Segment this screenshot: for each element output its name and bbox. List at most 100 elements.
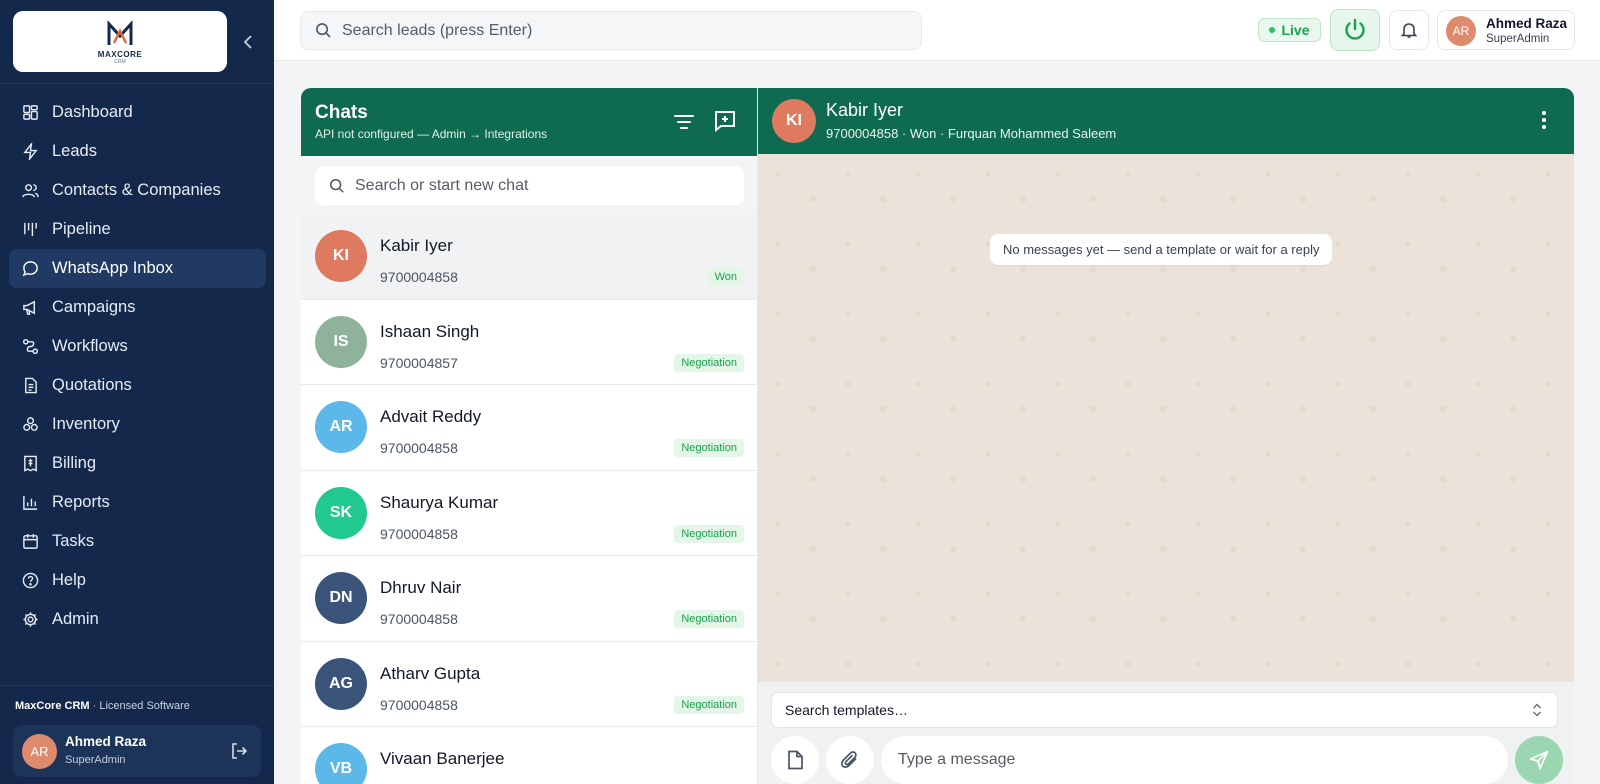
brand-logo[interactable]: MAXCORE CRM (13, 11, 227, 72)
attach-file-button[interactable] (826, 736, 874, 784)
megaphone-icon (23, 300, 35, 315)
sidebar-item-label: WhatsApp Inbox (52, 259, 174, 277)
contact-name: Dhruv Nair (380, 578, 462, 597)
avatar: SK (315, 486, 367, 539)
sidebar-item-workflows[interactable]: Workflows (9, 327, 266, 366)
template-select-label: Search templates… (785, 702, 908, 718)
sidebar-item-billing[interactable]: Billing (9, 444, 266, 483)
live-dot (1269, 27, 1276, 33)
sidebar-item-inventory[interactable]: Inventory (9, 405, 266, 444)
sidebar-item-label: Contacts & Companies (52, 181, 221, 199)
contact-phone: 9700004858 (380, 525, 458, 542)
sidebar-item-contacts[interactable]: Contacts & Companies (9, 171, 266, 210)
avatar: IS (315, 315, 367, 368)
stage-badge: Negotiation (674, 439, 744, 457)
sidebar-item-dashboard[interactable]: Dashboard (9, 93, 266, 132)
filter-icon[interactable] (671, 109, 697, 135)
chat-bubble-icon (22, 261, 38, 277)
conversation-contact-name: Kabir Iyer (826, 100, 904, 120)
contact-name: Atharv Gupta (380, 663, 481, 683)
conversation-header: KI Kabir Iyer 9700004858 · Won · Furquan… (758, 88, 1574, 154)
avatar: AR (1446, 16, 1476, 46)
contact-phone: 9700004858 (380, 696, 458, 713)
sidebar-user-card: AR Ahmed Raza SuperAdmin (13, 725, 261, 777)
sidebar-item-quotations[interactable]: Quotations (9, 366, 266, 405)
avatar: AR (315, 401, 367, 453)
sidebar-item-label: Admin (52, 610, 99, 628)
footer-brand-tag: Licensed Software (99, 700, 190, 712)
chat-row[interactable]: KI Kabir Iyer 9700004858 Won (301, 214, 757, 300)
collapse-sidebar-button[interactable] (238, 30, 258, 54)
bolt-icon (23, 143, 38, 160)
logo-icon (107, 19, 133, 45)
power-button[interactable] (1330, 9, 1380, 51)
contact-name: Vivaan Banerjee (380, 749, 505, 768)
chat-row[interactable]: VB Vivaan Banerjee (301, 727, 757, 784)
receipt-icon (24, 455, 37, 472)
live-status-badge: Live (1258, 18, 1321, 42)
boxes-icon (23, 417, 38, 431)
contact-phone: 9700004858 (380, 611, 458, 627)
stage-badge: Negotiation (674, 353, 744, 372)
chevron-up-down-icon (1532, 703, 1542, 717)
sidebar-item-label: Workflows (52, 337, 128, 355)
user-name: Ahmed Raza (1486, 16, 1568, 31)
chat-row[interactable]: AR Advait Reddy 9700004858 Negotiation (301, 385, 757, 471)
paperclip-icon (841, 751, 857, 768)
sidebar-item-help[interactable]: Help (9, 561, 266, 600)
users-icon (22, 184, 39, 198)
help-icon (22, 572, 39, 589)
stage-badge: Won (707, 268, 744, 286)
search-icon (330, 178, 344, 193)
sidebar-item-campaigns[interactable]: Campaigns (9, 288, 266, 327)
sidebar-item-label: Tasks (52, 532, 95, 550)
stage-badge: Negotiation (674, 695, 744, 714)
contact-phone: 9700004857 (380, 354, 458, 371)
sidebar-item-label: Campaigns (52, 298, 136, 316)
sidebar-item-leads[interactable]: Leads (9, 132, 266, 171)
chat-search-input[interactable] (355, 176, 735, 195)
contact-name: Advait Reddy (380, 407, 482, 426)
chat-row[interactable]: IS Ishaan Singh 9700004857 Negotiation (301, 299, 757, 385)
pipeline-icon (24, 222, 37, 237)
lead-search[interactable] (300, 11, 922, 50)
notifications-button[interactable] (1389, 10, 1429, 50)
avatar: AR (22, 734, 57, 769)
more-vertical-icon[interactable] (1532, 108, 1556, 132)
send-button[interactable] (1515, 736, 1563, 784)
sidebar-item-tasks[interactable]: Tasks (9, 522, 266, 561)
chat-list-title: Chats (315, 102, 368, 123)
sidebar-item-label: Dashboard (52, 103, 133, 121)
sidebar-item-reports[interactable]: Reports (9, 483, 266, 522)
attach-document-button[interactable] (771, 736, 819, 784)
workflow-icon (22, 338, 39, 355)
new-chat-icon[interactable] (712, 108, 738, 134)
logout-icon[interactable] (229, 741, 249, 761)
license-note: MaxCore CRM · Licensed Software (15, 700, 190, 712)
conversation-meta: 9700004858 · Won · Furquan Mohammed Sale… (826, 126, 1117, 141)
live-label: Live (1281, 22, 1310, 38)
conversation-panel: KI Kabir Iyer 9700004858 · Won · Furquan… (758, 88, 1574, 784)
contact-name: Shaurya Kumar (380, 492, 499, 512)
lead-search-input[interactable] (342, 21, 902, 40)
gear-icon (23, 612, 38, 627)
logo-sub: CRM (114, 58, 126, 65)
template-select[interactable]: Search templates… (771, 692, 1558, 728)
contact-name: Kabir Iyer (380, 236, 453, 255)
sidebar-divider (0, 83, 274, 84)
user-menu[interactable]: AR Ahmed Raza SuperAdmin (1437, 10, 1575, 50)
chat-row[interactable]: SK Shaurya Kumar 9700004858 Negotiation (301, 470, 757, 556)
message-input[interactable] (881, 736, 1508, 784)
sidebar-item-label: Quotations (52, 376, 132, 394)
avatar: VB (315, 743, 367, 784)
sidebar-item-pipeline[interactable]: Pipeline (9, 210, 266, 249)
sidebar-item-whatsapp-inbox[interactable]: WhatsApp Inbox (9, 249, 266, 288)
sidebar-item-admin[interactable]: Admin (9, 600, 266, 639)
search-icon (316, 23, 331, 38)
chat-search[interactable] (315, 166, 744, 205)
chat-row[interactable]: AG Atharv Gupta 9700004858 Negotiation (301, 641, 757, 727)
contact-name: Ishaan Singh (380, 321, 480, 341)
sidebar: MAXCORE CRM Dashboard Leads Contacts & C… (0, 0, 274, 784)
chat-row[interactable]: DN Dhruv Nair 9700004858 Negotiation (301, 556, 757, 642)
sidebar-item-label: Inventory (52, 415, 120, 433)
